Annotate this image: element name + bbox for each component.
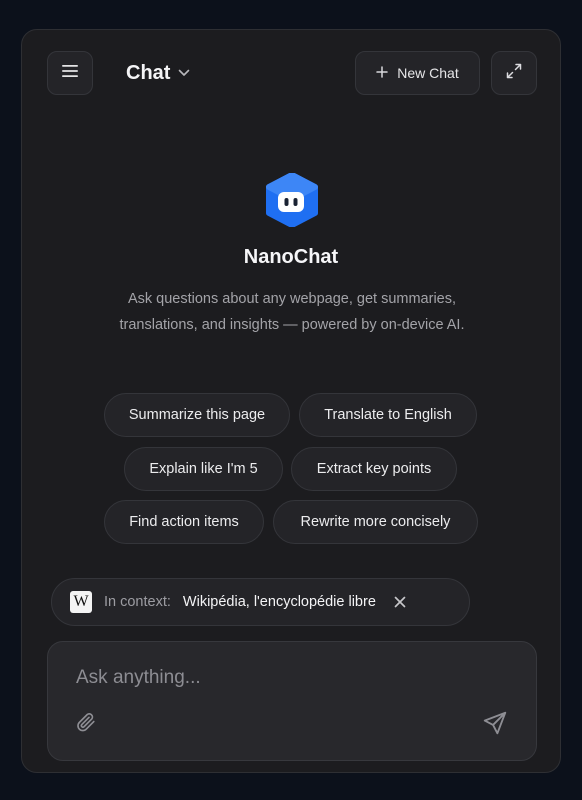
context-label: In context: <box>104 594 171 610</box>
new-chat-label: New Chat <box>397 65 459 81</box>
suggestion-rewrite-button[interactable]: Rewrite more concisely <box>273 500 478 544</box>
plus-icon <box>376 65 389 81</box>
chat-title-dropdown[interactable]: Chat <box>126 60 190 86</box>
expand-icon <box>506 63 522 84</box>
close-icon[interactable] <box>392 594 408 610</box>
app-tagline: Ask questions about any webpage, get sum… <box>119 291 465 333</box>
suggestion-key-points-button[interactable]: Extract key points <box>291 447 457 491</box>
context-page-title: Wikipédia, l'encyclopédie libre <box>182 594 376 610</box>
message-input[interactable] <box>74 662 508 694</box>
hamburger-menu-icon <box>62 64 78 83</box>
suggestion-action-items-button[interactable]: Find action items <box>104 500 264 544</box>
app-name: NanoChat <box>243 246 339 268</box>
page-title: Chat <box>126 61 171 84</box>
suggestion-explain-button[interactable]: Explain like I'm 5 <box>124 447 283 491</box>
menu-button[interactable] <box>47 51 93 95</box>
send-icon[interactable] <box>482 710 508 736</box>
chevron-down-icon <box>178 64 190 82</box>
context-bar: W In context: Wikipédia, l'encyclopédie … <box>51 578 470 626</box>
robot-face-icon <box>265 172 319 228</box>
message-composer <box>47 641 537 761</box>
wikipedia-icon: W <box>70 591 92 613</box>
suggestion-summarize-button[interactable]: Summarize this page <box>104 393 290 437</box>
suggestion-translate-button[interactable]: Translate to English <box>299 393 477 437</box>
expand-button[interactable] <box>491 51 537 95</box>
chat-panel: Chat New Chat NanoChat Ask questions abo… <box>21 29 561 773</box>
new-chat-button[interactable]: New Chat <box>355 51 480 95</box>
paperclip-icon[interactable] <box>75 711 97 733</box>
